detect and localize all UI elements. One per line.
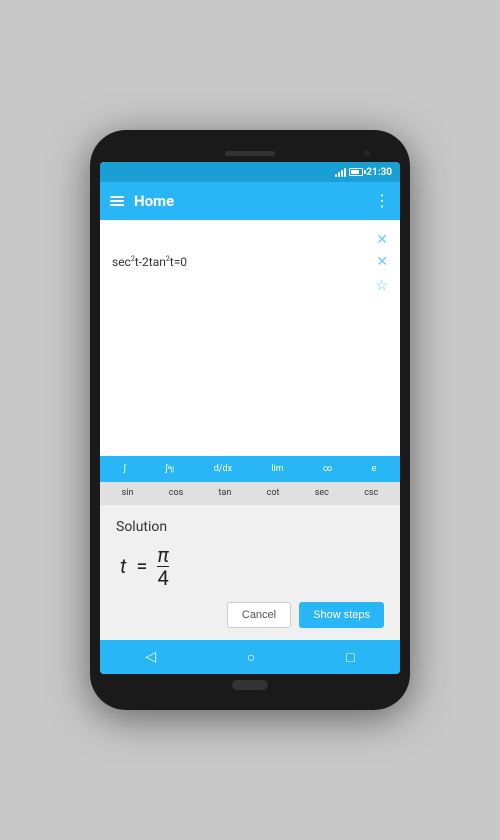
equation-text: sec2t-2tan2t=0: [112, 255, 187, 269]
toolbar-derivative[interactable]: d/dx: [210, 462, 236, 476]
app-bar-left: Home: [110, 192, 174, 210]
app-title: Home: [134, 192, 174, 210]
signal-icon: [335, 167, 346, 177]
status-bar: 21:30: [100, 162, 400, 182]
key-tan[interactable]: tan: [219, 488, 232, 498]
solution-math: t = π 4: [116, 545, 384, 589]
equation-row-main: sec2t-2tan2t=0 ✕: [112, 250, 388, 274]
status-icons: 21:30: [335, 167, 392, 178]
home-button[interactable]: ○: [247, 649, 255, 666]
nav-bar: ◁ ○ □: [100, 640, 400, 674]
phone-frame: 21:30 Home ⋮ ✕ sec2t-2tan2t=0: [90, 130, 410, 710]
toolbar-integral[interactable]: ∫: [120, 462, 130, 476]
key-sin[interactable]: sin: [122, 488, 134, 498]
key-csc[interactable]: csc: [364, 488, 378, 498]
status-time: 21:30: [366, 167, 392, 178]
equation-row-star: ☆: [112, 274, 388, 298]
more-options-button[interactable]: ⋮: [374, 193, 390, 209]
battery-icon: [349, 168, 363, 176]
keyboard-toolbar: ∫ ∫ᵃᵦ d/dx lim ∞ e: [100, 456, 400, 482]
speaker: [225, 151, 275, 156]
equation-row-empty: ✕: [112, 230, 388, 250]
key-cot[interactable]: cot: [267, 488, 280, 498]
recent-apps-button[interactable]: □: [346, 649, 354, 666]
math-equals: =: [136, 554, 147, 578]
keyboard-trig-row: sin cos tan cot sec csc: [100, 482, 400, 504]
phone-top: [100, 144, 400, 162]
close-equation-icon[interactable]: ✕: [376, 254, 388, 270]
math-variable: t: [120, 554, 126, 578]
math-numerator: π: [157, 545, 169, 565]
physical-home-button: [232, 680, 268, 690]
key-cos[interactable]: cos: [169, 488, 184, 498]
toolbar-infinity[interactable]: ∞: [319, 462, 336, 476]
menu-button[interactable]: [110, 196, 124, 206]
phone-bottom: [100, 674, 400, 696]
show-steps-button[interactable]: Show steps: [299, 602, 384, 628]
close-empty-icon[interactable]: ✕: [376, 232, 388, 248]
solution-buttons: Cancel Show steps: [116, 602, 384, 628]
toolbar-limit[interactable]: lim: [267, 462, 287, 476]
favorite-icon[interactable]: ☆: [375, 278, 388, 294]
math-fraction: π 4: [157, 545, 169, 589]
cancel-button[interactable]: Cancel: [227, 602, 291, 628]
solution-panel: Solution t = π 4 Cancel Show steps: [100, 504, 400, 641]
key-sec[interactable]: sec: [315, 488, 329, 498]
equation-area: ✕ sec2t-2tan2t=0 ✕ ☆: [100, 220, 400, 456]
phone-screen: 21:30 Home ⋮ ✕ sec2t-2tan2t=0: [100, 162, 400, 674]
camera: [364, 150, 370, 156]
solution-title: Solution: [116, 519, 384, 535]
back-button[interactable]: ◁: [145, 649, 156, 665]
app-bar: Home ⋮: [100, 182, 400, 220]
toolbar-definite-integral[interactable]: ∫ᵃᵦ: [161, 461, 178, 476]
toolbar-euler[interactable]: e: [368, 462, 381, 476]
content-area: ✕ sec2t-2tan2t=0 ✕ ☆ ∫ ∫ᵃᵦ d/dx lim: [100, 220, 400, 640]
math-denominator: 4: [158, 568, 169, 588]
